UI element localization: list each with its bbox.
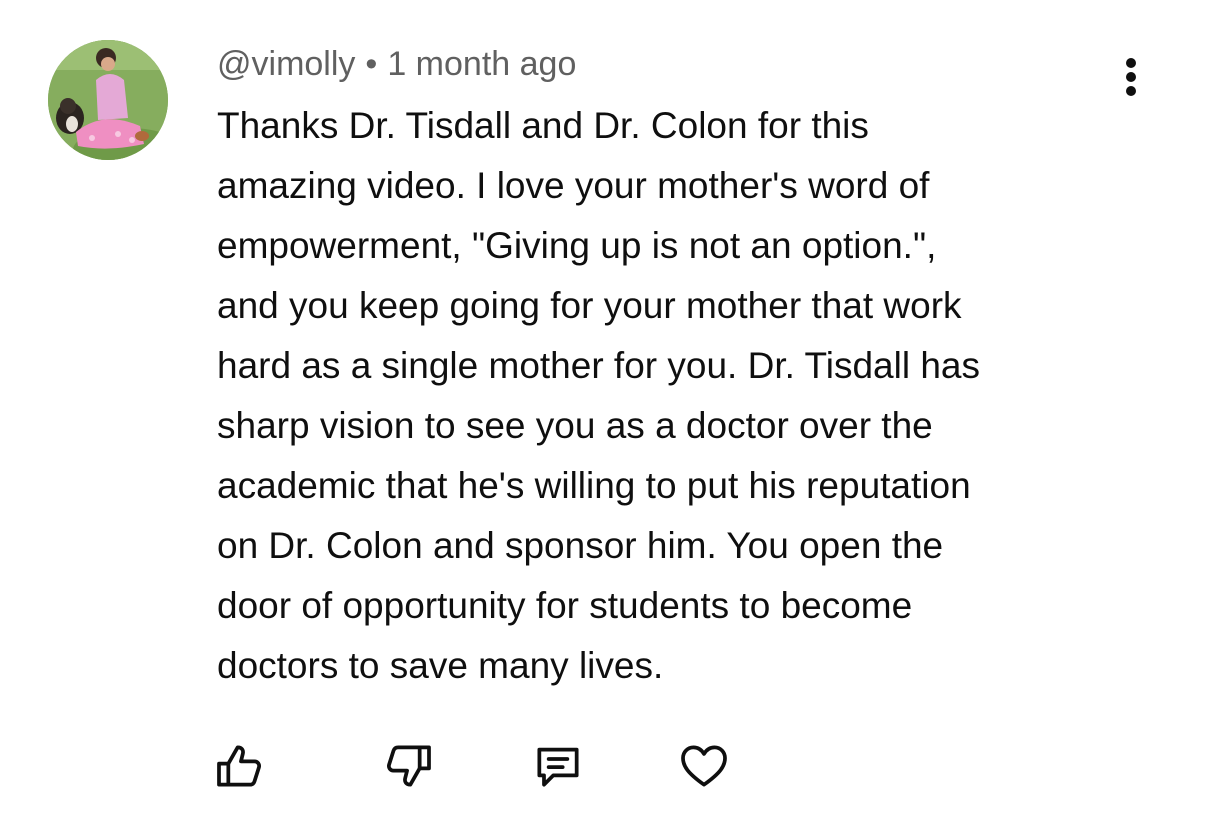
- more-vert-icon[interactable]: [1112, 56, 1150, 98]
- heart-icon[interactable]: [676, 738, 732, 794]
- avatar[interactable]: [48, 40, 168, 160]
- reply-comment-icon[interactable]: [530, 738, 586, 794]
- author-handle[interactable]: @vimolly: [217, 45, 355, 83]
- thumbs-up-icon[interactable]: [212, 738, 268, 794]
- avatar-photo: [48, 40, 168, 160]
- comment-meta: @vimolly • 1 month ago: [217, 43, 576, 85]
- thumbs-down-icon[interactable]: [380, 738, 436, 794]
- comment-text: Thanks Dr. Tisdall and Dr. Colon for thi…: [217, 105, 980, 686]
- comment-timestamp[interactable]: 1 month ago: [387, 45, 576, 83]
- meta-separator: •: [365, 45, 378, 83]
